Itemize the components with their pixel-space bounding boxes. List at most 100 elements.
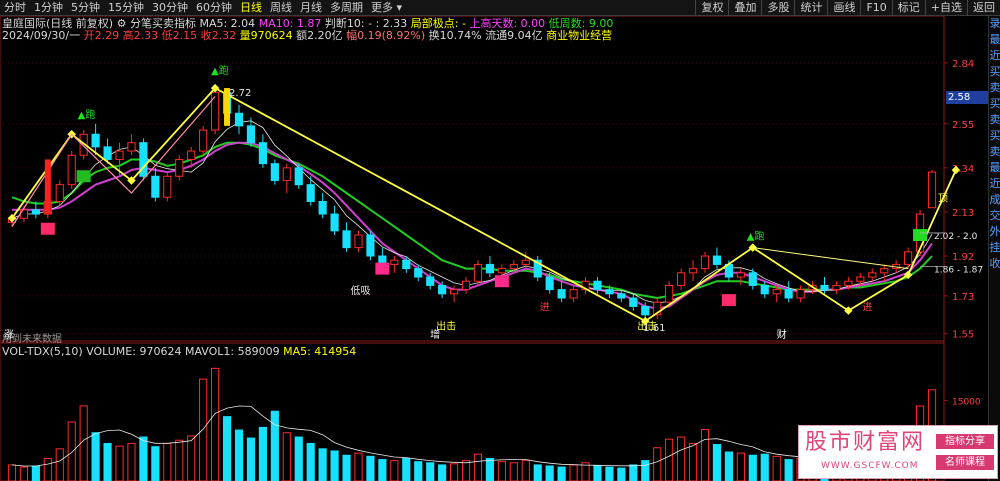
right-panel-item-4[interactable]: 卖: [989, 80, 1000, 96]
candle-body-25: [306, 184, 315, 202]
candle-body-77: [927, 171, 937, 209]
volume-bar-26: [318, 448, 327, 481]
period-tab-3[interactable]: 15分钟: [104, 0, 148, 16]
volume-bar-4: [55, 448, 64, 481]
marker-zeng: 增: [430, 328, 440, 341]
toolbar-button-7[interactable]: +自选: [924, 0, 967, 16]
right-panel-item-13[interactable]: 外: [989, 224, 1000, 240]
toolbar-button-2[interactable]: 多股: [761, 0, 794, 16]
right-panel-item-8[interactable]: 卖: [989, 144, 1000, 160]
candle-body-38: [461, 280, 471, 291]
right-panel-item-5[interactable]: 买: [989, 96, 1000, 112]
right-panel-item-1[interactable]: 最: [989, 32, 1000, 48]
signal-block-0: [40, 222, 55, 235]
candle-body-24: [294, 167, 303, 186]
period-tab-7[interactable]: 周线: [266, 0, 296, 16]
volume-bar-53: [641, 460, 650, 481]
right-panel-item-2[interactable]: 近: [989, 48, 1000, 64]
quote-open: 开2.29: [83, 29, 120, 42]
candle-body-36: [438, 284, 447, 295]
low-suck-label: 低吸: [350, 284, 370, 297]
candle-body-39: [473, 263, 483, 282]
y-tick-label-3: 2.13: [952, 208, 974, 219]
run-label-2: ▲跑: [747, 230, 765, 243]
watermark-logo: 股市财富网 WWW.GSCFW.COM 指标分享 名师课程: [798, 425, 998, 479]
volume-bar-52: [629, 464, 638, 481]
volume-bar-12: [151, 446, 160, 481]
right-panel-item-7[interactable]: 买: [989, 128, 1000, 144]
volume-bar-63: [760, 453, 769, 481]
volume-bar-1: [19, 466, 29, 481]
volume-bar-51: [617, 467, 626, 481]
right-panel-item-11[interactable]: 成: [989, 192, 1000, 208]
volume-bar-54: [653, 447, 662, 481]
teacher-course-button[interactable]: 名师课程: [936, 455, 994, 470]
period-tab-4[interactable]: 30分钟: [148, 0, 192, 16]
quote-sector: 商业物业经营: [546, 29, 613, 42]
candle-body-17: [211, 91, 220, 131]
candle-body-10: [127, 142, 136, 152]
volume-bar-0: [7, 464, 17, 481]
candle-body-26: [318, 200, 327, 215]
right-panel-item-3[interactable]: 买: [989, 64, 1000, 80]
volume-bar-49: [593, 465, 602, 481]
signal-block-4: [721, 294, 736, 307]
toolbar-button-1[interactable]: 叠加: [728, 0, 761, 16]
volume-title[interactable]: VOL-TDX(5,10): [2, 345, 83, 358]
candle-body-64: [772, 289, 781, 295]
candle-body-40: [485, 263, 495, 274]
volume-bar-60: [724, 451, 733, 481]
right-panel-item-15[interactable]: 收: [989, 256, 1000, 272]
candle-body-59: [712, 255, 722, 265]
run-label-0: ▲跑: [78, 108, 96, 121]
period-tab-10[interactable]: 更多 ▾: [367, 0, 406, 16]
right-panel-item-14[interactable]: 挂: [989, 240, 1000, 256]
right-panel-item-0[interactable]: 录: [989, 16, 1000, 32]
volume-bar-3: [43, 457, 52, 481]
current-price-tag: 2.58: [946, 91, 988, 104]
volume-bar-16: [199, 378, 208, 481]
volume-bar-36: [438, 464, 447, 481]
volume-bar-64: [772, 455, 781, 481]
right-side-panel: 录最近买卖买卖买卖最近成交外挂收: [988, 16, 1000, 481]
toolbar-button-5[interactable]: F10: [860, 0, 891, 16]
candle-body-73: [880, 268, 889, 274]
period-tab-0[interactable]: 分时: [0, 0, 30, 16]
right-panel-item-6[interactable]: 卖: [989, 112, 1000, 128]
volume-bar-42: [509, 462, 518, 481]
right-panel-item-12[interactable]: 交: [989, 208, 1000, 224]
toolbar-button-0[interactable]: 复权: [695, 0, 728, 16]
right-panel-item-10[interactable]: 近: [989, 176, 1000, 192]
candle-body-29: [354, 234, 363, 249]
volume-bar-39: [473, 453, 483, 481]
period-tab-9[interactable]: 多周期: [326, 0, 367, 16]
volume-bar-13: [163, 442, 172, 481]
period-tab-1[interactable]: 1分钟: [30, 0, 67, 16]
volume-header: VOL-TDX(5,10) VOLUME: 970624 MAVOL1: 589…: [2, 345, 356, 358]
candle-body-23: [282, 167, 291, 181]
volume-bar-29: [354, 452, 363, 481]
candle-body-66: [796, 289, 805, 299]
volume-bar-17: [211, 367, 220, 481]
volume-bar-24: [294, 436, 303, 481]
period-tab-6[interactable]: 日线: [236, 0, 266, 16]
volume-bar-47: [569, 464, 578, 481]
volume-bar-8: [103, 442, 112, 481]
candle-body-22: [270, 163, 279, 181]
toolbar-button-4[interactable]: 画线: [827, 0, 860, 16]
toolbar-button-6[interactable]: 标记: [891, 0, 925, 16]
period-tab-5[interactable]: 60分钟: [192, 0, 236, 16]
candle-body-30: [366, 234, 375, 257]
candle-body-28: [342, 230, 351, 249]
volume-bar-18: [222, 416, 232, 481]
period-tab-2[interactable]: 5分钟: [67, 0, 104, 16]
candle-body-5: [67, 154, 76, 186]
marker-zhang: 涨: [4, 329, 14, 341]
share-indicator-button[interactable]: 指标分享: [936, 434, 994, 449]
candle-body-58: [700, 255, 710, 270]
period-tab-8[interactable]: 月线: [296, 0, 326, 16]
toolbar-button-3[interactable]: 统计: [794, 0, 827, 16]
toolbar-button-8[interactable]: 返回: [967, 0, 1000, 16]
candle-body-35: [426, 276, 435, 286]
right-panel-item-9[interactable]: 最: [989, 160, 1000, 176]
